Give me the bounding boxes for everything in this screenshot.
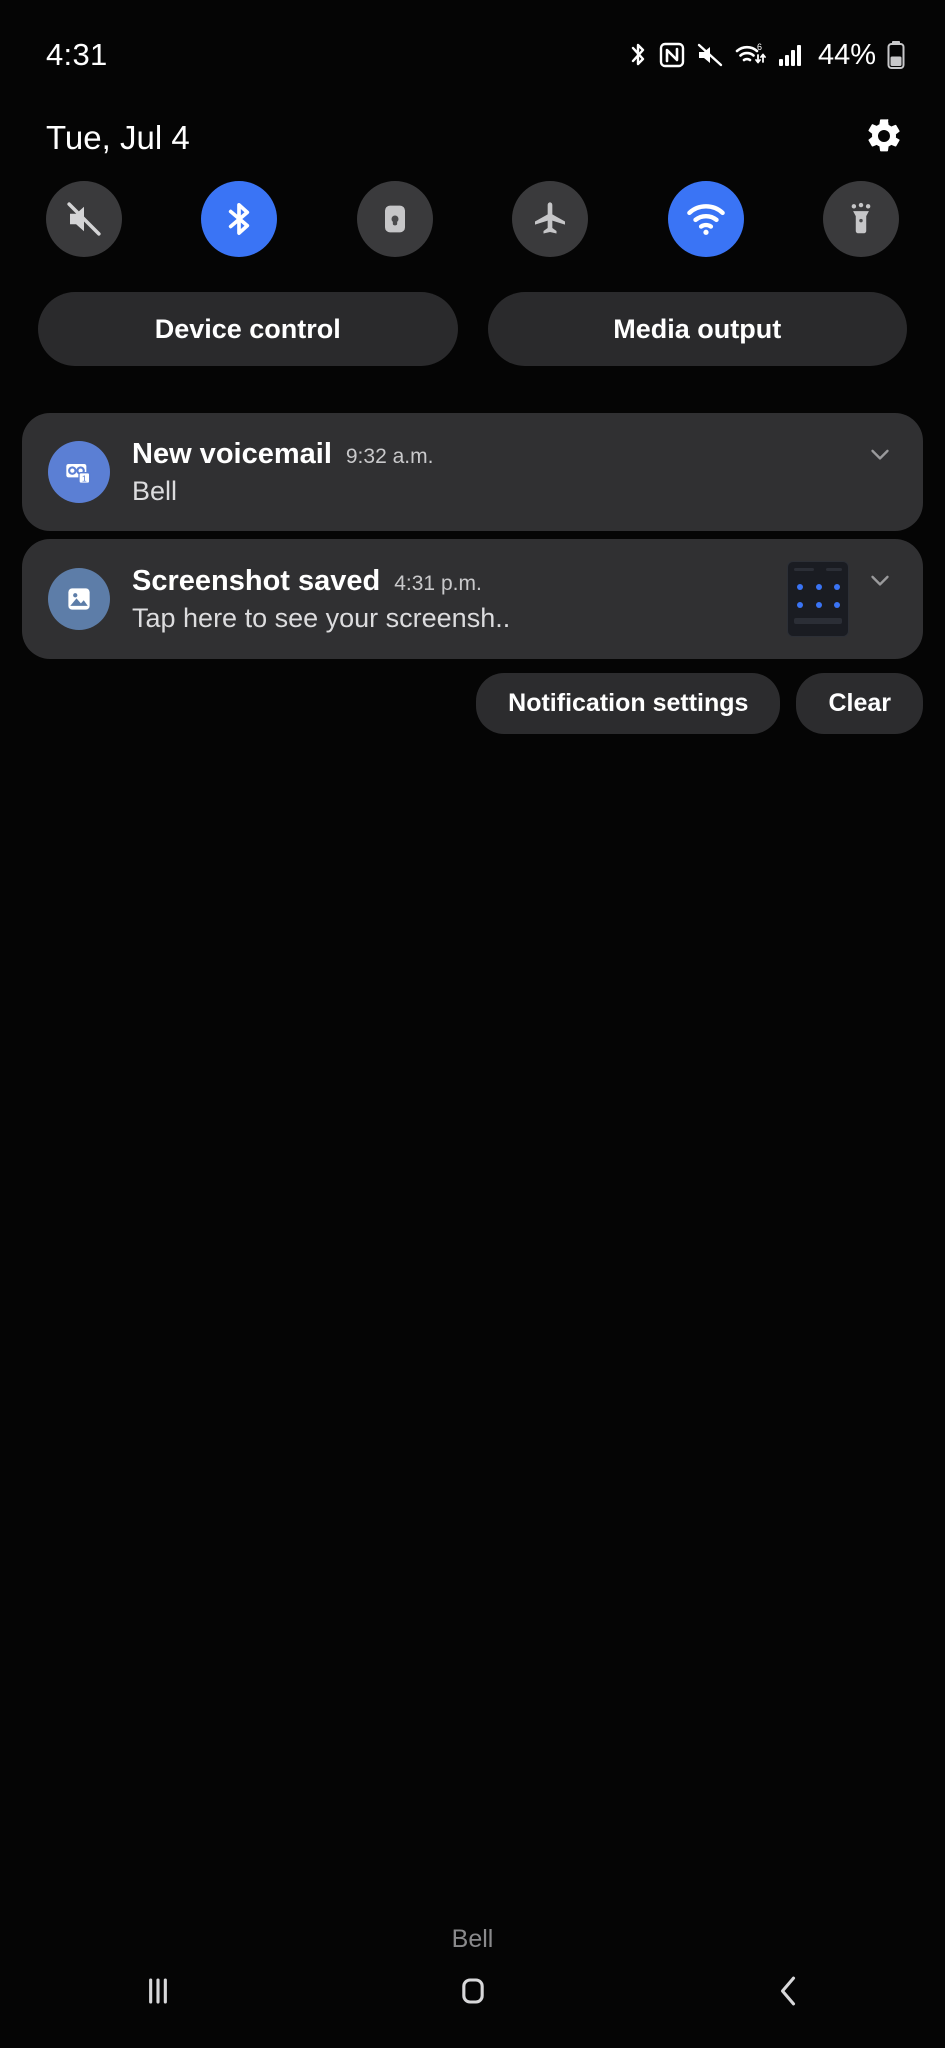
recents-button[interactable]	[98, 1948, 218, 2038]
wifi-6-icon: 6	[735, 41, 767, 69]
status-bar-icons: 6 44%	[628, 39, 905, 72]
clear-button[interactable]: Clear	[796, 673, 923, 734]
media-output-button[interactable]: Media output	[487, 292, 907, 366]
notification-shade: 4:31 6 44% Tue, Jul 4 Device control Med…	[0, 0, 945, 2048]
cellular-signal-icon	[778, 43, 804, 67]
chevron-down-icon	[865, 439, 895, 474]
notification-body: New voicemail 9:32 a.m. Bell	[132, 438, 849, 507]
back-icon	[766, 1969, 810, 2018]
notification-item[interactable]: Screenshot saved 4:31 p.m. Tap here to s…	[22, 539, 923, 659]
wifi-toggle[interactable]	[667, 181, 744, 257]
gear-icon	[864, 116, 904, 161]
notification-header: New voicemail 9:32 a.m.	[132, 438, 849, 471]
notification-item[interactable]: 1 New voicemail 9:32 a.m. Bell	[22, 413, 923, 531]
rotation-lock-icon	[375, 199, 415, 239]
notification-actions: Notification settings Clear	[22, 673, 923, 734]
sound-toggle[interactable]	[46, 181, 122, 257]
status-bar-clock: 4:31	[46, 37, 108, 72]
date-row: Tue, Jul 4	[0, 105, 945, 171]
notification-header: Screenshot saved 4:31 p.m.	[132, 565, 775, 598]
notification-time: 9:32 a.m.	[345, 444, 434, 468]
date-label: Tue, Jul 4	[46, 119, 190, 156]
auto-rotate-toggle[interactable]	[356, 181, 433, 257]
shortcut-pills: Device control Media output	[0, 292, 945, 366]
back-button[interactable]	[728, 1948, 848, 2038]
battery-icon	[887, 40, 905, 70]
recents-icon	[136, 1969, 180, 2018]
voicemail-icon: 1	[48, 441, 110, 503]
expand-button[interactable]	[863, 561, 897, 600]
battery-percent-label: 44%	[817, 38, 876, 71]
expand-button[interactable]	[863, 435, 897, 474]
svg-text:1: 1	[82, 473, 87, 483]
svg-text:6: 6	[757, 42, 762, 52]
home-icon	[451, 1969, 495, 2018]
status-bar: 4:31 6 44%	[0, 0, 945, 110]
notification-title: Screenshot saved	[132, 564, 381, 597]
nfc-icon	[659, 41, 685, 69]
settings-button[interactable]	[855, 109, 913, 167]
image-icon	[48, 568, 110, 630]
bluetooth-toggle[interactable]	[201, 181, 278, 257]
notification-thumbnail[interactable]	[787, 561, 849, 637]
device-control-button[interactable]: Device control	[38, 292, 458, 366]
mute-icon	[696, 42, 724, 68]
bluetooth-icon	[628, 41, 648, 69]
notification-settings-button[interactable]: Notification settings	[476, 673, 781, 734]
airplane-icon	[530, 199, 570, 239]
notification-list: 1 New voicemail 9:32 a.m. Bell Screensho…	[22, 413, 923, 734]
quick-settings-toggles	[0, 176, 945, 262]
bluetooth-icon	[219, 199, 259, 239]
notification-body: Screenshot saved 4:31 p.m. Tap here to s…	[132, 565, 775, 634]
chevron-down-icon	[865, 565, 895, 600]
notification-title: New voicemail	[132, 437, 332, 470]
airplane-mode-toggle[interactable]	[512, 181, 589, 257]
notification-time: 4:31 p.m.	[394, 571, 482, 595]
mute-icon	[63, 198, 105, 240]
notification-text: Tap here to see your screensh..	[132, 602, 511, 633]
flashlight-icon	[842, 200, 880, 238]
wifi-icon	[685, 198, 727, 240]
flashlight-toggle[interactable]	[822, 181, 899, 257]
navigation-bar	[0, 1938, 945, 2048]
notification-text: Bell	[132, 475, 178, 506]
home-button[interactable]	[413, 1948, 533, 2038]
